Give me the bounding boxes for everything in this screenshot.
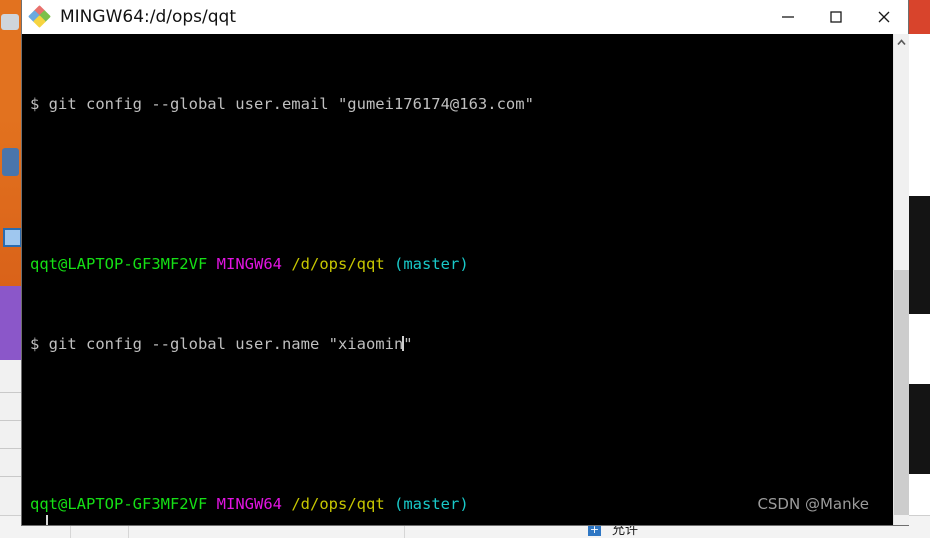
terminal-prompt-line: qqt@LAPTOP-GF3MF2VF MINGW64 /d/ops/qqt (… — [30, 494, 609, 514]
desktop-icon-c — [3, 228, 22, 247]
window-title: MINGW64:/d/ops/qqt — [60, 7, 237, 27]
terminal-cursor — [46, 515, 48, 525]
maximize-button[interactable] — [812, 0, 860, 34]
close-button[interactable] — [860, 0, 908, 34]
terminal-line: $ git config --global user.name "xiaomin… — [30, 335, 413, 353]
terminal-window: MINGW64:/d/ops/qqt $ git config --global… — [22, 0, 909, 525]
git-bash-diamond-icon — [28, 5, 51, 28]
terminal-prompt-line: qqt@LAPTOP-GF3MF2VF MINGW64 /d/ops/qqt (… — [30, 254, 609, 274]
terminal-output-area[interactable]: $ git config --global user.email "gumei1… — [22, 34, 893, 525]
background-dark-panel-lower — [908, 384, 930, 474]
minimize-icon — [782, 16, 794, 18]
terminal-line-text: $ git config --global user.email "gumei1… — [30, 95, 534, 113]
prompt-branch: (master) — [394, 495, 469, 513]
prompt-path: /d/ops/qqt — [291, 495, 385, 513]
desktop-icon-a — [1, 14, 19, 30]
desktop-icon-b — [2, 148, 19, 176]
prompt-shell: MINGW64 — [216, 495, 282, 513]
prompt-path: /d/ops/qqt — [291, 255, 385, 273]
background-window-left-edge — [0, 360, 22, 530]
background-window-rule — [0, 420, 22, 421]
watermark: CSDN @Manke — [757, 495, 869, 513]
title-bar[interactable]: MINGW64:/d/ops/qqt — [22, 0, 908, 34]
maximize-icon — [830, 11, 842, 23]
close-icon — [878, 11, 890, 23]
prompt-user-host: qqt@LAPTOP-GF3MF2VF — [30, 255, 208, 273]
background-window-rule — [0, 476, 22, 477]
chevron-up-icon — [897, 39, 906, 46]
prompt-user-host: qqt@LAPTOP-GF3MF2VF — [30, 495, 208, 513]
minimize-button[interactable] — [764, 0, 812, 34]
terminal-text: $ git config --global user.email "gumei1… — [30, 34, 609, 525]
scrollbar-thumb[interactable] — [894, 270, 909, 515]
vertical-scrollbar[interactable] — [893, 34, 909, 525]
terminal-line: $ git config --global user.email "gumei1… — [30, 94, 609, 114]
background-window-rule — [0, 392, 22, 393]
background-dark-panel-upper — [908, 196, 930, 314]
prompt-branch: (master) — [394, 255, 469, 273]
scrollbar-up-button[interactable] — [894, 34, 909, 51]
desktop-wallpaper-strip-purple — [0, 286, 22, 362]
background-window-rule — [0, 448, 22, 449]
background-app-accent — [908, 0, 930, 34]
window-controls — [764, 0, 908, 34]
prompt-shell: MINGW64 — [216, 255, 282, 273]
